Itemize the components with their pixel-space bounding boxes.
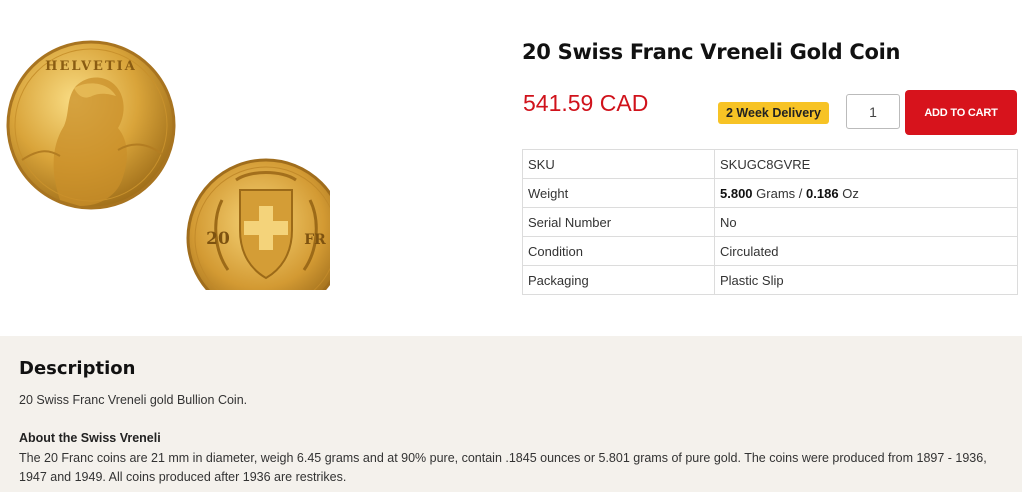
spec-value: SKUGC8GVRE: [714, 149, 1018, 179]
quantity-input[interactable]: [846, 94, 900, 129]
spec-value: Circulated: [714, 236, 1018, 266]
coin-obverse: HELVETIA: [6, 40, 176, 210]
coin-front-inscription: HELVETIA: [45, 59, 137, 74]
weight-value: 5.800 Grams / 0.186 Oz: [714, 178, 1018, 208]
spec-label: Weight: [522, 178, 715, 208]
weight-oz-value: 0.186: [806, 185, 839, 201]
product-price: 541.59 CAD: [523, 90, 649, 116]
weight-grams-value: 5.800: [720, 185, 753, 201]
table-row: Condition Circulated: [522, 236, 1018, 266]
weight-oz-unit: Oz: [842, 185, 859, 201]
product-title: 20 Swiss Franc Vreneli Gold Coin: [522, 40, 901, 64]
table-row: Serial Number No: [522, 207, 1018, 237]
product-summary: HELVETIA 20 FR 1935 20 Swiss Franc Vrene…: [0, 0, 1022, 336]
coin-images: HELVETIA 20 FR 1935: [6, 40, 330, 290]
coin-reverse: 20 FR 1935: [186, 158, 330, 290]
add-to-cart-button[interactable]: ADD TO CART: [905, 90, 1017, 135]
coin-back-unit: FR: [304, 232, 326, 248]
spec-label: Serial Number: [522, 207, 715, 237]
specs-table: SKU SKUGC8GVRE Weight 5.800 Grams / 0.18…: [522, 149, 1018, 295]
description-heading: Description: [19, 358, 136, 379]
spec-value: No: [714, 207, 1018, 237]
table-row: Weight 5.800 Grams / 0.186 Oz: [522, 178, 1018, 208]
spec-label: Condition: [522, 236, 715, 266]
delivery-badge: 2 Week Delivery: [718, 102, 829, 124]
table-row: SKU SKUGC8GVRE: [522, 149, 1018, 179]
spec-label: SKU: [522, 149, 715, 179]
about-text: The 20 Franc coins are 21 mm in diameter…: [19, 451, 987, 484]
spec-value: Plastic Slip: [714, 265, 1018, 295]
description-intro: 20 Swiss Franc Vreneli gold Bullion Coin…: [19, 393, 248, 407]
about-heading: About the Swiss Vreneli: [19, 431, 161, 445]
table-row: Packaging Plastic Slip: [522, 265, 1018, 295]
weight-grams-unit: Grams /: [756, 185, 803, 201]
description-section: Description 20 Swiss Franc Vreneli gold …: [0, 336, 1022, 492]
coin-back-value: 20: [206, 229, 230, 249]
spec-label: Packaging: [522, 265, 715, 295]
